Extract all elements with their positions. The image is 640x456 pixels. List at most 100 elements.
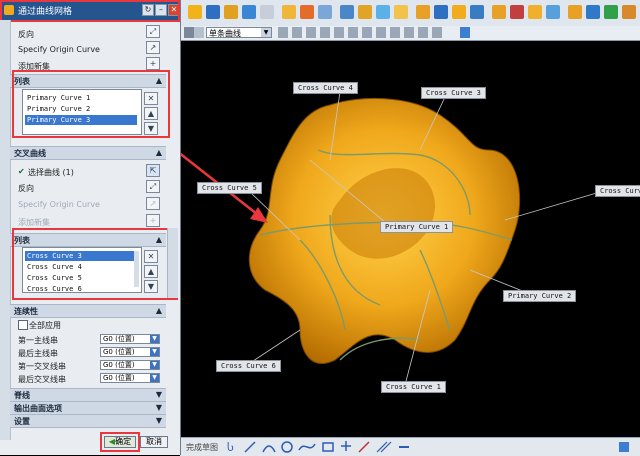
surface-icon[interactable]: [416, 5, 430, 19]
filter-toggle-icon[interactable]: [194, 27, 204, 38]
snap-mid-icon[interactable]: [292, 27, 302, 38]
measure-icon[interactable]: [568, 5, 582, 19]
primary-list-highlight: [12, 70, 170, 138]
extrude-icon[interactable]: [206, 5, 220, 19]
rectangle-icon: [322, 442, 334, 452]
reverse-icon-1[interactable]: ⤢: [146, 25, 160, 38]
snap-origin-icon[interactable]: [432, 27, 442, 38]
snap-intersect-icon[interactable]: [334, 27, 344, 38]
analysis-icon[interactable]: [510, 5, 524, 19]
settings-header[interactable]: 设置 ▼: [10, 414, 166, 428]
last-primary-label: 最后主线串: [18, 349, 58, 358]
last-primary-value: G0 (位置): [103, 348, 135, 356]
studio-icon[interactable]: [452, 5, 466, 19]
snap-pole-icon[interactable]: [390, 27, 400, 38]
check-icon: ✔: [18, 167, 25, 176]
hole-icon[interactable]: [260, 5, 274, 19]
continuity-header[interactable]: 连续性 ▲: [10, 304, 166, 318]
view-orient-icon: [619, 442, 629, 452]
intersect-curves-header[interactable]: 交叉曲线 ▲: [10, 146, 166, 160]
main-toolbar: [180, 0, 640, 27]
sketch-tools: Ⴑ: [227, 441, 629, 454]
first-cross-combo[interactable]: G0 (位置) ▼: [100, 360, 160, 370]
origin-curve-icon-2[interactable]: ↗: [146, 197, 160, 210]
offset-curve-icon: [376, 441, 392, 453]
chevron-down-icon: ▼: [150, 335, 159, 343]
cancel-button[interactable]: 取消: [140, 436, 168, 448]
profile-icon: Ⴑ: [227, 441, 234, 454]
chevron-down-icon: ▼: [261, 28, 271, 37]
snap-quadrant-icon[interactable]: [362, 27, 372, 38]
label-primary-curve-1: Primary Curve 1: [380, 221, 454, 233]
snap-face-icon[interactable]: [404, 27, 414, 38]
last-cross-label: 最后交叉线串: [18, 375, 66, 384]
add-set-label-2: 添加新集: [18, 218, 50, 227]
trim-curve-icon: [358, 441, 370, 453]
add-set-icon-2[interactable]: +: [146, 214, 160, 227]
revolve-icon[interactable]: [224, 5, 238, 19]
first-primary-label: 第一主线串: [18, 336, 58, 345]
select-curve-icon[interactable]: ⇱: [146, 164, 160, 177]
mesh-icon[interactable]: [434, 5, 448, 19]
chevron-down-icon: ▼: [150, 361, 159, 369]
point-icon: [341, 441, 351, 451]
continuity-title: 连续性: [14, 307, 38, 316]
dialog-scrollbar[interactable]: [167, 228, 178, 298]
snap-center-icon[interactable]: [306, 27, 316, 38]
snap-end-icon[interactable]: [278, 27, 288, 38]
sew-icon[interactable]: [492, 5, 506, 19]
trim-icon[interactable]: [318, 5, 332, 19]
last-cross-value: G0 (位置): [103, 374, 135, 382]
thicken-icon[interactable]: [394, 5, 408, 19]
blend-icon[interactable]: [300, 5, 314, 19]
layer-icon[interactable]: [586, 5, 600, 19]
label-primary-curve-2: Primary Curve 2: [503, 290, 577, 302]
output-options-title: 输出曲面选项: [14, 404, 62, 413]
apply-all-label: 全部应用: [29, 321, 61, 330]
finish-sketch-label[interactable]: 完成草图: [186, 442, 218, 453]
chevron-down-icon: ▼: [150, 348, 159, 356]
first-cross-value: G0 (位置): [103, 361, 135, 369]
intersect-title: 交叉曲线: [14, 149, 46, 158]
first-primary-combo[interactable]: G0 (位置) ▼: [100, 334, 160, 344]
snap-icon[interactable]: [604, 5, 618, 19]
sweep-icon[interactable]: [282, 5, 296, 19]
snap-grid-icon[interactable]: [418, 27, 428, 38]
offset-icon[interactable]: [376, 5, 390, 19]
snap-point-icon[interactable]: [320, 27, 330, 38]
reverse-label-2: 反向: [18, 184, 34, 193]
snap-tangent-icon[interactable]: [348, 27, 358, 38]
render-icon[interactable]: [528, 5, 542, 19]
snap-existing-icon[interactable]: [376, 27, 386, 38]
chevron-down-icon: ▼: [150, 374, 159, 382]
select-curve-label[interactable]: 选择曲线 (1): [28, 167, 74, 178]
origin-label-2: Specify Origin Curve: [18, 200, 100, 209]
bridge-icon[interactable]: [470, 5, 484, 19]
sketch-toolbar: 完成草图 Ⴑ: [180, 437, 640, 456]
more-tools-icon[interactable]: [622, 5, 636, 19]
apply-all-checkbox[interactable]: [18, 320, 28, 330]
last-primary-combo[interactable]: G0 (位置) ▼: [100, 347, 160, 357]
reverse-icon-2[interactable]: ⤢: [146, 180, 160, 193]
shell-icon[interactable]: [358, 5, 372, 19]
view-icon[interactable]: [546, 5, 560, 19]
chevron-up-icon-4: ▲: [155, 306, 162, 315]
label-cross-curve-1: Cross Curve 1: [381, 381, 446, 393]
origin-curve-icon-1[interactable]: ↗: [146, 41, 160, 54]
chevron-down-icon: ▼: [155, 403, 162, 412]
feature-icon[interactable]: [188, 5, 202, 19]
spine-title: 脊线: [14, 391, 30, 400]
settings-title: 设置: [14, 417, 30, 426]
curve-rule-select[interactable]: 单条曲线 ▼: [206, 27, 272, 38]
spine-header[interactable]: 脊线 ▼: [10, 388, 166, 402]
block-icon[interactable]: [242, 5, 256, 19]
datum-icon[interactable]: [340, 5, 354, 19]
arc-icon: [262, 445, 276, 453]
circle-icon: [281, 441, 293, 453]
chevron-down-icon: ▼: [155, 416, 162, 425]
filter-icon[interactable]: [184, 27, 194, 38]
output-options-header[interactable]: 输出曲面选项 ▼: [10, 401, 166, 415]
cube-view-icon[interactable]: [460, 27, 470, 38]
add-set-icon-1[interactable]: +: [146, 57, 160, 70]
last-cross-combo[interactable]: G0 (位置) ▼: [100, 373, 160, 383]
